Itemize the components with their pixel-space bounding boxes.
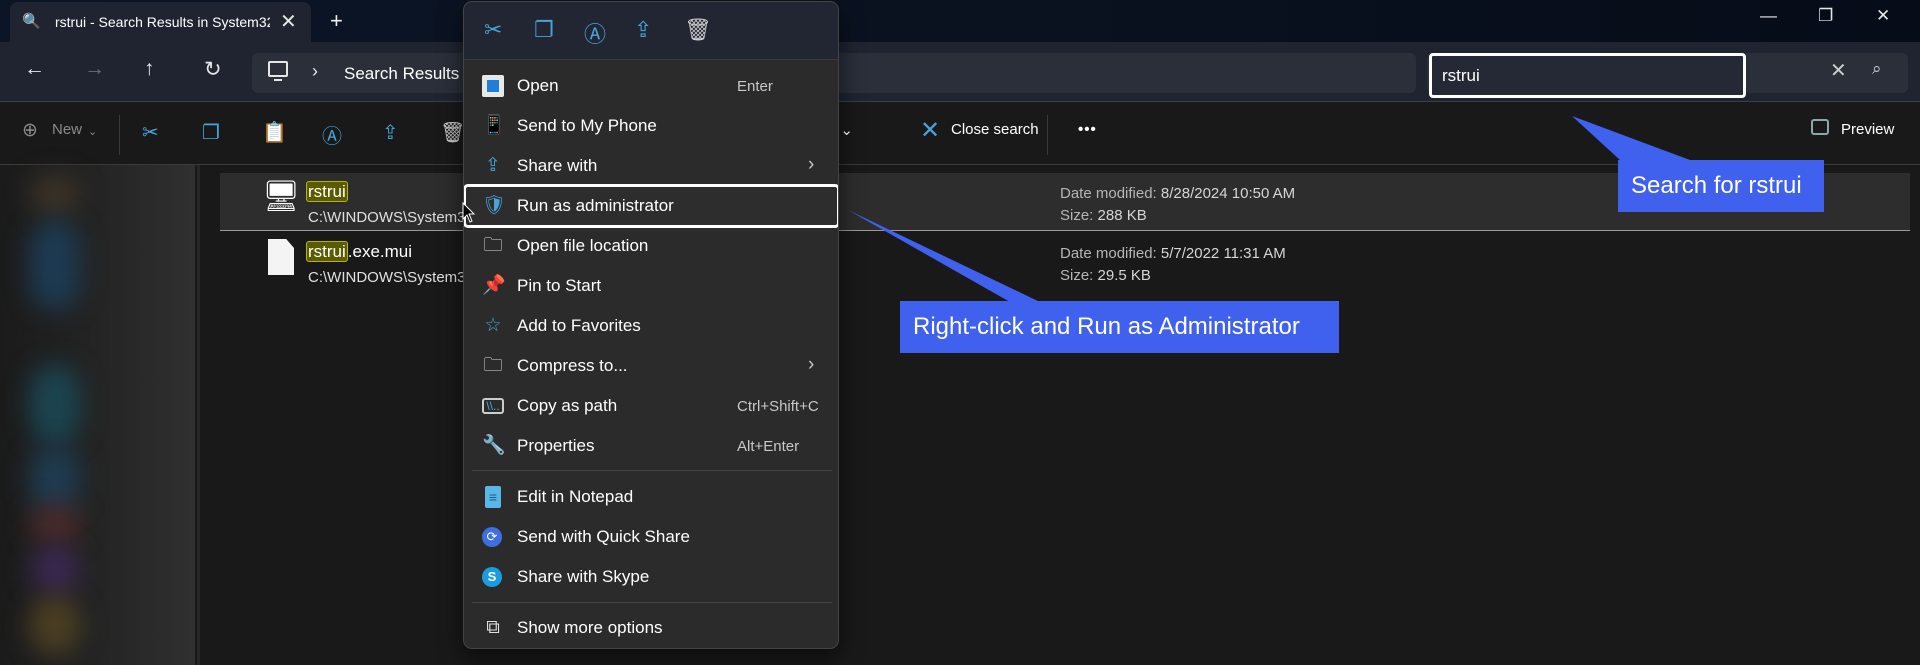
menu-separator	[472, 602, 832, 603]
menu-item-open[interactable]: Open Enter	[464, 66, 838, 106]
context-menu-quick-actions: ✂ ❐ Ⓐ ⇪ 🗑	[464, 2, 838, 60]
star-icon: ☆	[484, 315, 502, 336]
context-menu: ✂ ❐ Ⓐ ⇪ 🗑 Open Enter 📱 Send to My Phone …	[463, 1, 839, 649]
notepad-icon: ≡	[485, 486, 501, 508]
menu-item-quick-share[interactable]: ⟳ Send with Quick Share	[464, 517, 838, 557]
menu-item-run-as-administrator[interactable]: 🛡 Run as administrator	[464, 184, 838, 228]
cut-icon[interactable]: ✂	[484, 17, 502, 43]
shortcut: Enter	[737, 78, 773, 95]
share-icon: ⇪	[485, 155, 501, 176]
phone-icon: 📱	[482, 115, 506, 136]
menu-item-properties[interactable]: 🔧 Properties Alt+Enter	[464, 426, 838, 466]
shortcut: Ctrl+Shift+C	[737, 398, 819, 415]
more-options-icon: ⧉	[486, 617, 500, 638]
rename-icon[interactable]: Ⓐ	[584, 17, 606, 49]
share-icon[interactable]: ⇪	[634, 17, 652, 43]
quick-share-icon: ⟳	[482, 527, 502, 547]
search-callout: Search for rstrui	[1618, 160, 1824, 212]
chevron-right-icon: ›	[808, 154, 815, 175]
shortcut: Alt+Enter	[737, 438, 800, 455]
folder-icon: 🗀	[483, 235, 503, 256]
search-callout-arrow	[1572, 116, 1690, 160]
menu-item-send-to-phone[interactable]: 📱 Send to My Phone	[464, 106, 838, 146]
copy-icon[interactable]: ❐	[534, 17, 554, 43]
skype-icon: S	[482, 567, 502, 587]
menu-item-copy-as-path[interactable]: \\.. Copy as path Ctrl+Shift+C	[464, 386, 838, 426]
menu-item-pin-to-start[interactable]: 📌 Pin to Start	[464, 266, 838, 306]
menu-item-open-file-location[interactable]: 🗀 Open file location	[464, 226, 838, 266]
zip-folder-icon: 🗀	[483, 355, 503, 376]
run-callout-arrow	[848, 210, 1040, 302]
shield-icon: 🛡	[482, 195, 507, 216]
path-icon: \\..	[482, 398, 504, 414]
run-callout: Right-click and Run as Administrator	[900, 301, 1339, 353]
menu-item-add-to-favorites[interactable]: ☆ Add to Favorites	[464, 306, 838, 346]
mouse-cursor	[462, 202, 476, 223]
open-icon	[482, 75, 504, 97]
chevron-right-icon: ›	[808, 354, 815, 375]
wrench-icon: 🔧	[482, 435, 506, 456]
menu-item-edit-in-notepad[interactable]: ≡ Edit in Notepad	[464, 477, 838, 517]
pin-icon: 📌	[482, 275, 506, 296]
menu-separator	[472, 470, 832, 471]
delete-icon[interactable]: 🗑	[684, 17, 712, 43]
menu-item-compress-to[interactable]: 🗀 Compress to... ›	[464, 346, 838, 386]
menu-item-show-more-options[interactable]: ⧉ Show more options	[464, 608, 838, 648]
menu-item-share-with-skype[interactable]: S Share with Skype	[464, 557, 838, 597]
menu-item-share-with[interactable]: ⇪ Share with ›	[464, 146, 838, 186]
